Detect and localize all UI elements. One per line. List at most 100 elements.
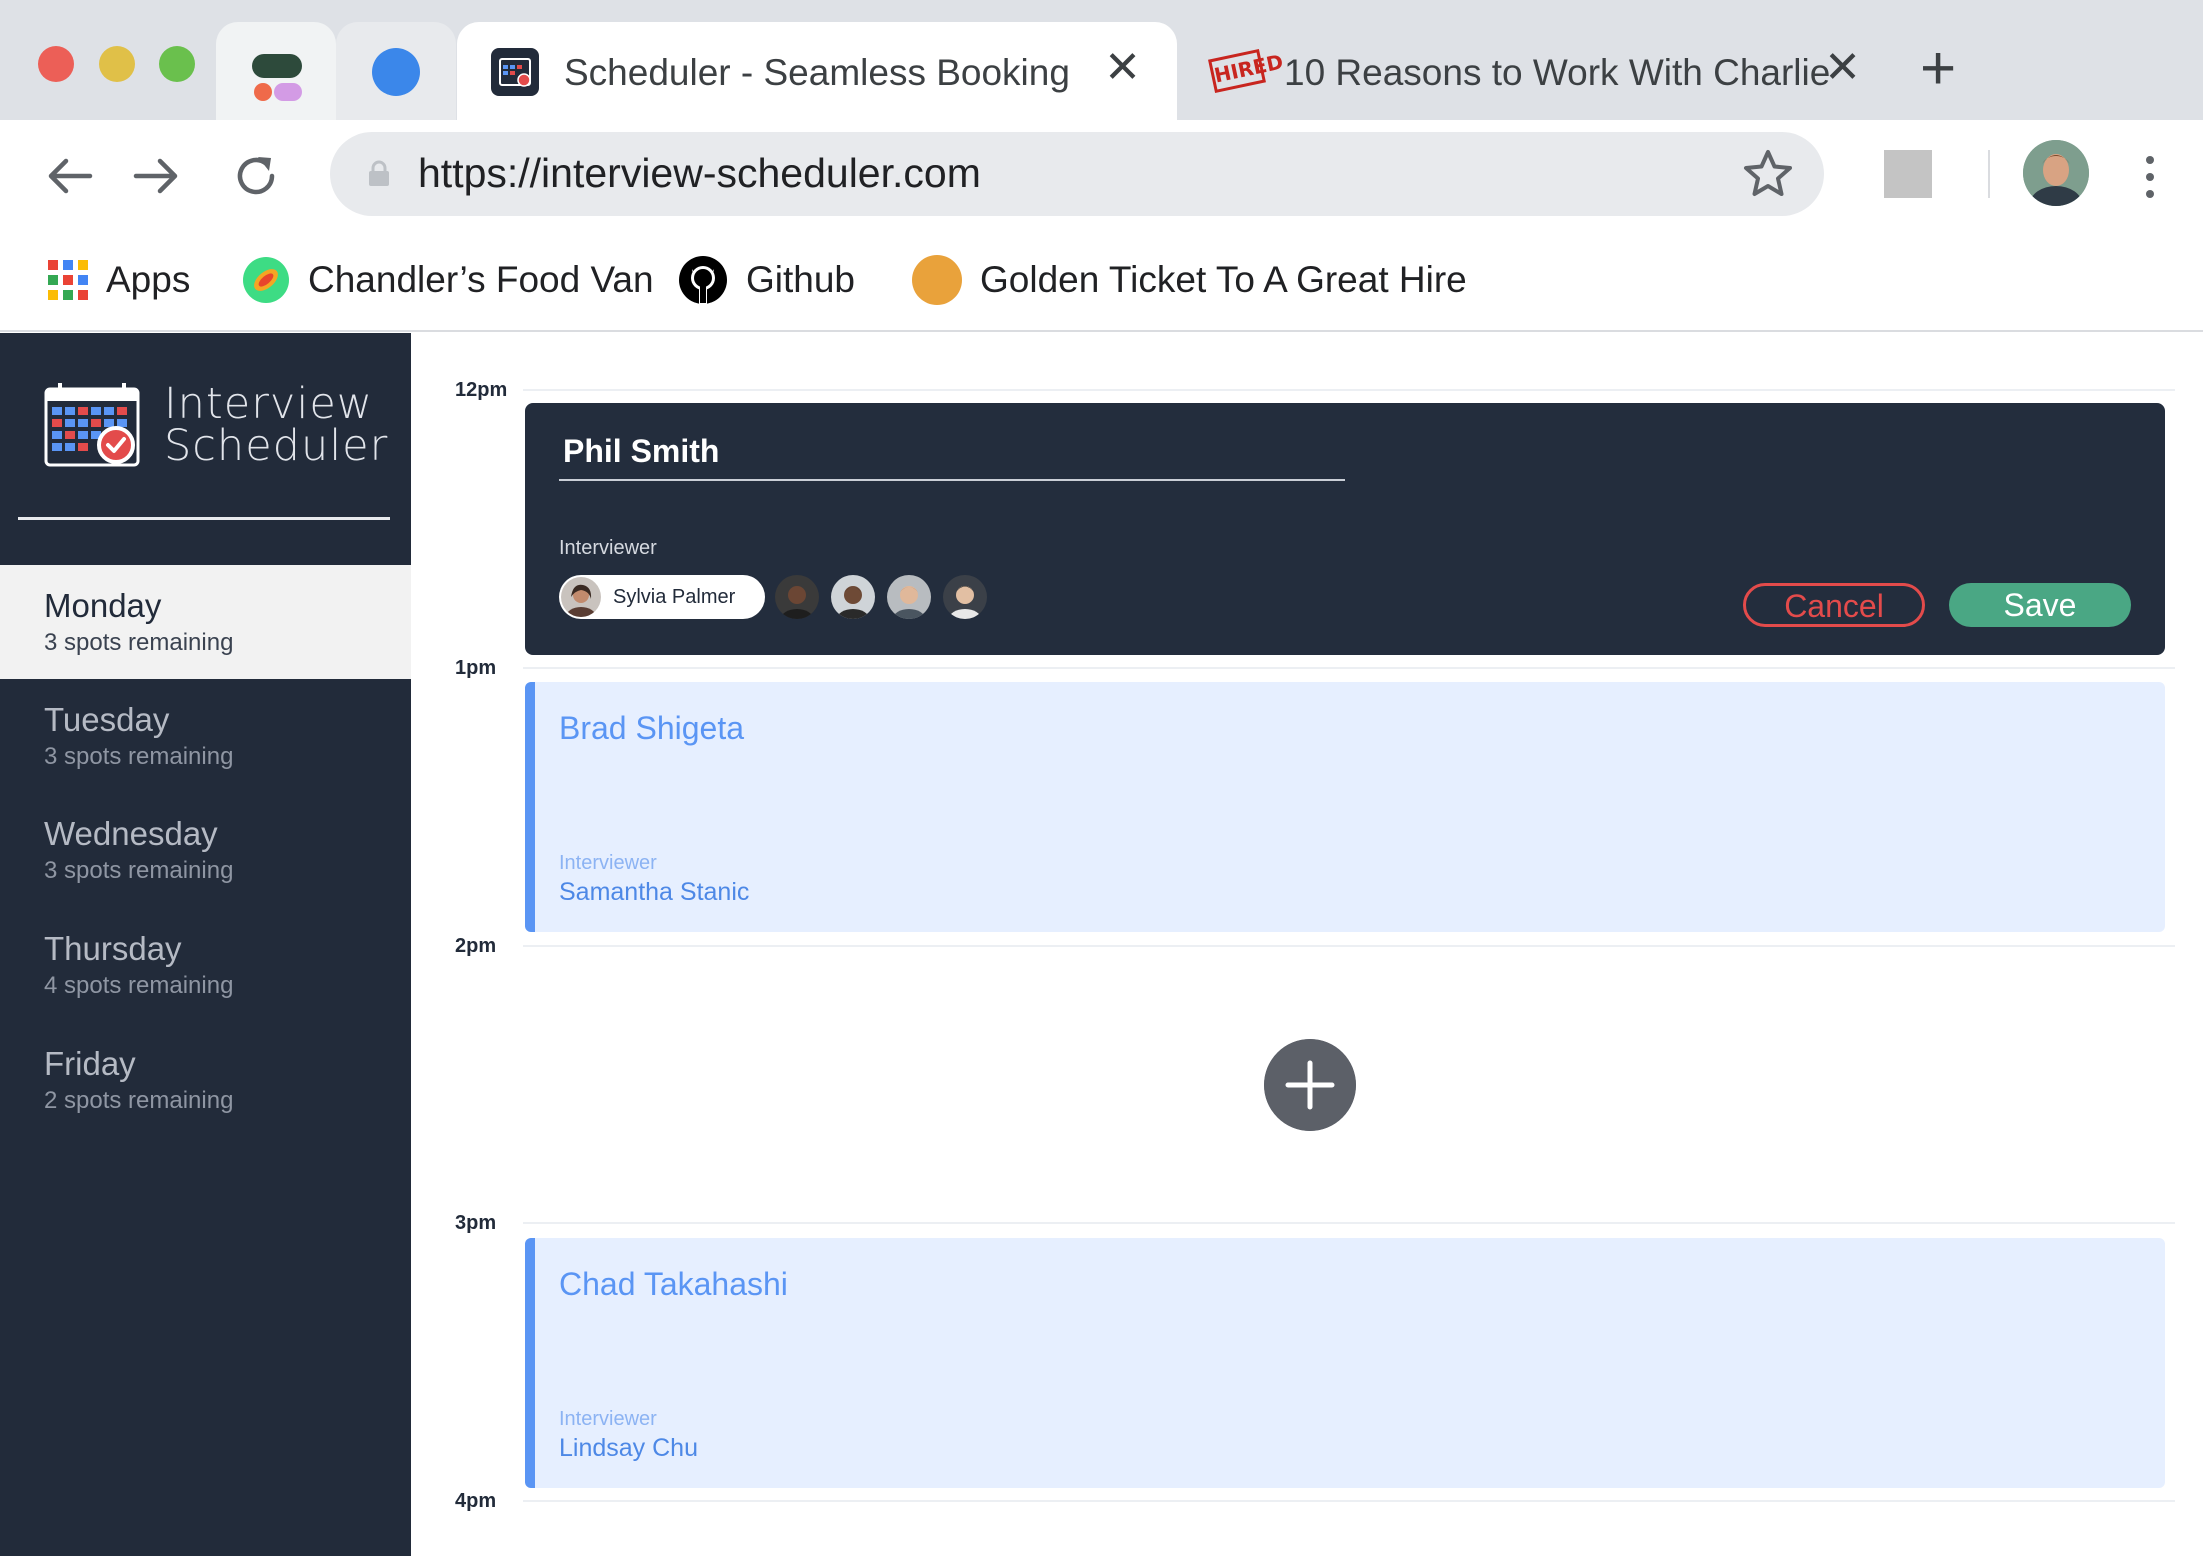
interviewer-chip-selected[interactable]: Sylvia Palmer <box>559 575 765 619</box>
maximize-window-button[interactable] <box>159 46 195 82</box>
interviewer-label: Interviewer <box>559 537 657 559</box>
bookmark-label: Github <box>746 259 856 300</box>
hour-label: 2pm <box>455 935 497 957</box>
extension-icon[interactable] <box>1884 150 1932 198</box>
student-name-input[interactable]: Phil Smith <box>559 433 1345 481</box>
lock-icon <box>369 160 389 186</box>
hour-divider <box>523 667 2175 669</box>
hour-divider <box>523 1222 2175 1224</box>
bookmark-golden-ticket[interactable]: Golden Ticket To A Great Hire <box>912 252 1467 308</box>
interviewer-label: Interviewer <box>559 852 657 874</box>
sidebar-divider <box>18 517 390 520</box>
schedule-panel: 12pm 1pm 2pm 3pm 4pm Phil Smith Intervie… <box>411 333 2203 1556</box>
forward-arrow-icon[interactable] <box>126 146 186 206</box>
save-button[interactable]: Save <box>1949 583 2131 627</box>
avatar-photo-icon <box>887 575 931 619</box>
sidebar-day-wednesday[interactable]: Wednesday 3 spots remaining <box>0 793 411 907</box>
pinned-tab-blue[interactable] <box>336 22 456 120</box>
tab-title: 10 Reasons to Work With Charlie <box>1284 52 1831 93</box>
tab-title: Scheduler - Seamless Booking <box>564 52 1070 93</box>
interviewer-avatar-option[interactable] <box>775 575 819 619</box>
day-spots: 3 spots remaining <box>44 743 234 770</box>
day-spots: 3 spots remaining <box>44 857 234 884</box>
bookmark-label: Golden Ticket To A Great Hire <box>980 259 1467 300</box>
hour-label: 12pm <box>455 379 508 401</box>
hour-label: 3pm <box>455 1212 497 1234</box>
cancel-button[interactable]: Cancel <box>1743 583 1925 627</box>
bookmark-food-van[interactable]: Chandler’s Food Van <box>242 252 654 308</box>
kebab-menu-icon[interactable] <box>2132 152 2168 202</box>
bookmark-github[interactable]: Github <box>678 252 855 308</box>
profile-photo-icon <box>2023 140 2089 206</box>
appointment-card[interactable]: Chad Takahashi Interviewer Lindsay Chu <box>525 1238 2165 1488</box>
interviewer-avatar <box>561 577 601 617</box>
tab-charlie[interactable]: HIRED 10 Reasons to Work With Charlie ✕ <box>1177 22 1897 120</box>
sidebar-day-thursday[interactable]: Thursday 4 spots remaining <box>0 908 411 1022</box>
day-spots: 3 spots remaining <box>44 629 234 656</box>
sidebar-day-tuesday[interactable]: Tuesday 3 spots remaining <box>0 679 411 793</box>
student-name: Chad Takahashi <box>559 1266 788 1302</box>
day-name: Tuesday <box>44 701 170 738</box>
sidebar-day-friday[interactable]: Friday 2 spots remaining <box>0 1023 411 1137</box>
golden-ticket-icon <box>912 255 962 305</box>
new-tab-button[interactable]: + <box>1920 38 1956 100</box>
profile-avatar[interactable] <box>2023 140 2089 206</box>
interviewer-avatar-option[interactable] <box>831 575 875 619</box>
day-spots: 2 spots remaining <box>44 1087 234 1114</box>
calendar-logo-icon <box>44 383 140 467</box>
browser-toolbar: https://interview-scheduler.com <box>0 120 2203 230</box>
address-bar[interactable]: https://interview-scheduler.com <box>330 132 1824 216</box>
url-text: https://interview-scheduler.com <box>418 150 981 196</box>
hour-label: 1pm <box>455 657 497 679</box>
minimize-window-button[interactable] <box>99 46 135 82</box>
avatar-photo-icon <box>943 575 987 619</box>
day-name: Thursday <box>44 930 182 967</box>
blue-circle-icon <box>372 48 420 96</box>
interviewer-name: Sylvia Palmer <box>613 585 736 608</box>
appointment-form: Phil Smith Interviewer Sylvia Palmer Can… <box>525 403 2165 655</box>
bookmark-star-icon[interactable] <box>1738 144 1798 204</box>
day-name: Wednesday <box>44 815 218 852</box>
avatar-photo-icon <box>561 577 601 617</box>
avatar-photo-icon <box>775 575 819 619</box>
bookmark-label: Apps <box>106 259 191 300</box>
hour-divider <box>523 389 2175 391</box>
day-spots: 4 spots remaining <box>44 972 234 999</box>
sidebar-day-monday[interactable]: Monday 3 spots remaining <box>0 565 411 679</box>
interviewer-avatar-option[interactable] <box>943 575 987 619</box>
close-tab-icon[interactable]: ✕ <box>1824 44 1861 92</box>
interviewer-name: Samantha Stanic <box>559 878 750 906</box>
logo-line-1: Interview <box>164 379 373 429</box>
reload-icon[interactable] <box>226 146 286 206</box>
bookmark-apps[interactable]: Apps <box>48 252 190 308</box>
logo-text: Interview Scheduler <box>164 379 389 471</box>
hour-label: 4pm <box>455 1490 497 1512</box>
pinned-tab-app[interactable] <box>216 22 336 120</box>
food-van-icon <box>243 257 289 303</box>
interviewer-name: Lindsay Chu <box>559 1434 698 1462</box>
student-name: Brad Shigeta <box>559 710 745 746</box>
toolbar-divider <box>1988 150 1990 198</box>
logo-line-2: Scheduler <box>164 421 389 471</box>
apps-grid-icon <box>48 260 88 300</box>
bookmark-label: Chandler’s Food Van <box>308 259 654 300</box>
github-icon <box>679 256 727 304</box>
app-logo-icon <box>252 54 302 101</box>
browser-tab-strip: Scheduler - Seamless Booking ✕ HIRED 10 … <box>0 0 2203 120</box>
interviewer-avatar-option[interactable] <box>887 575 931 619</box>
day-name: Friday <box>44 1045 136 1082</box>
interviewer-label: Interviewer <box>559 1408 657 1430</box>
bookmarks-bar: Apps Chandler’s Food Van Github Golden T… <box>0 230 2203 332</box>
calendar-favicon-icon <box>491 48 539 96</box>
avatar-photo-icon <box>831 575 875 619</box>
day-name: Monday <box>44 587 162 624</box>
close-window-button[interactable] <box>38 46 74 82</box>
back-arrow-icon[interactable] <box>40 146 100 206</box>
add-appointment-button[interactable] <box>1264 1039 1356 1131</box>
hour-divider <box>523 1500 2175 1502</box>
hired-stamp-favicon-icon: HIRED <box>1208 48 1285 94</box>
close-tab-icon[interactable]: ✕ <box>1104 44 1141 92</box>
tab-scheduler[interactable]: Scheduler - Seamless Booking ✕ <box>457 22 1177 120</box>
appointment-card[interactable]: Brad Shigeta Interviewer Samantha Stanic <box>525 682 2165 932</box>
hour-divider <box>523 945 2175 947</box>
